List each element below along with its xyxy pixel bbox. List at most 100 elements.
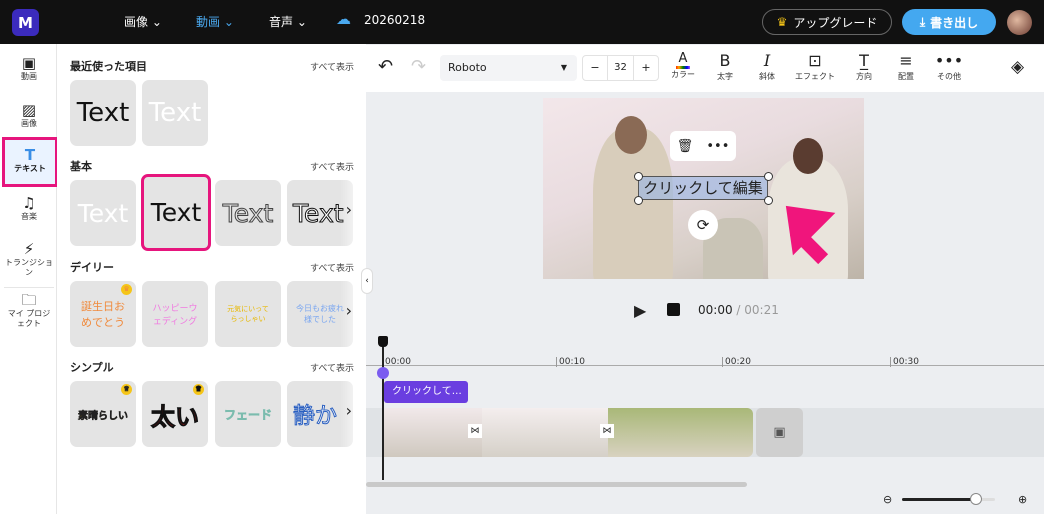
text-template[interactable]: フェード	[215, 381, 281, 447]
section-title: デイリー	[70, 261, 114, 274]
nav-audio[interactable]: 音声 ⌄	[269, 13, 307, 30]
italic-icon: I	[763, 51, 771, 70]
font-select[interactable]: Roboto ▼	[440, 55, 577, 81]
crown-icon: ♛	[193, 384, 204, 395]
section-title: シンプル	[70, 361, 114, 374]
transition-icon[interactable]: ⋈	[600, 424, 614, 438]
resize-handle[interactable]	[764, 172, 773, 181]
increase-button[interactable]: +	[634, 56, 658, 80]
align-button[interactable]: ≡ 配置	[886, 51, 926, 82]
nav-video[interactable]: 動画 ⌄	[196, 13, 234, 30]
font-size-stepper[interactable]: − 32 +	[582, 55, 659, 81]
current-time: 00:00	[698, 303, 733, 317]
video-clip[interactable]	[482, 408, 610, 457]
text-template[interactable]: Text	[142, 80, 208, 146]
section-title: 基本	[70, 160, 92, 173]
zoom-slider[interactable]	[902, 493, 995, 505]
text-context-menu: 🗑 •••	[670, 131, 736, 161]
horizontal-scrollbar[interactable]	[366, 482, 747, 487]
text-template[interactable]: ♛ 素晴らしい	[70, 381, 136, 447]
chevron-right-icon[interactable]: ›	[346, 301, 352, 320]
crown-icon: ♛	[776, 15, 788, 29]
text-template[interactable]: Text	[215, 180, 281, 246]
undo-icon[interactable]: ↶	[378, 56, 393, 77]
export-button[interactable]: ⤓ 書き出し	[902, 9, 996, 35]
more-icon: •••	[934, 51, 964, 70]
transition-icon: ⚡	[23, 240, 35, 258]
nav-label: 画像	[124, 15, 149, 29]
play-icon[interactable]: ▶	[634, 301, 646, 320]
layers-icon[interactable]: ◈	[1011, 57, 1024, 77]
nav-label: 音声	[269, 15, 294, 29]
text-template[interactable]: ハッピーウェディング	[142, 281, 208, 347]
redo-icon[interactable]: ↷	[411, 56, 426, 77]
decrease-button[interactable]: −	[583, 56, 607, 80]
upgrade-button[interactable]: ♛ アップグレード	[762, 9, 892, 35]
more-button[interactable]: ••• その他	[929, 51, 969, 82]
video-clip[interactable]	[608, 408, 753, 457]
show-all-link[interactable]: すべて表示	[310, 60, 354, 73]
zoom-slider-knob[interactable]	[970, 493, 983, 505]
chevron-right-icon[interactable]: ›	[346, 200, 352, 219]
text-template-selected[interactable]: Text	[141, 174, 211, 251]
nav-label: 動画	[196, 15, 221, 29]
ruler-tick: 00:30	[890, 357, 919, 367]
ruler-tick: 00:10	[556, 357, 585, 367]
tool-label: カラー	[671, 70, 695, 79]
add-media-button[interactable]: ▣	[756, 408, 803, 457]
rail-label: 画像	[21, 119, 37, 128]
resize-handle[interactable]	[634, 172, 643, 181]
text-panel: 最近使った項目 すべて表示 Text Text 基本 すべて表示 Text Te…	[57, 44, 366, 514]
bold-button[interactable]: B 太字	[705, 51, 745, 82]
zoom-slider-fill	[902, 498, 977, 501]
side-rail: ▣ 動画 ▨ 画像 T テキスト ♫ 音楽 ⚡ トランジション 🗀 マイ プロジェクト	[0, 44, 58, 514]
text-template[interactable]: Text	[70, 80, 136, 146]
text-template[interactable]: 元気にいってらっしゃい	[215, 281, 281, 347]
text-template[interactable]: Text	[70, 180, 136, 246]
rail-item-video[interactable]: ▣ 動画	[4, 54, 54, 82]
rail-label: トランジション	[5, 258, 53, 277]
italic-button[interactable]: I 斜体	[747, 51, 787, 82]
resize-handle[interactable]	[764, 196, 773, 205]
rail-item-image[interactable]: ▨ 画像	[4, 101, 54, 129]
effect-button[interactable]: ⊡ エフェクト	[795, 51, 835, 82]
ruler-tick: 00:20	[722, 357, 751, 367]
trash-icon[interactable]: 🗑	[677, 139, 694, 154]
text-template[interactable]: ♛ 誕生日おめでとう	[70, 281, 136, 347]
show-all-link[interactable]: すべて表示	[310, 261, 354, 274]
color-button[interactable]: A カラー	[663, 51, 703, 80]
zoom-out-icon[interactable]: ⊖	[883, 493, 892, 506]
transition-icon[interactable]: ⋈	[468, 424, 482, 438]
direction-icon: T̲	[859, 51, 869, 70]
show-all-link[interactable]: すべて表示	[310, 361, 354, 374]
font-size-value[interactable]: 32	[607, 56, 634, 80]
film-icon: ▣	[21, 54, 37, 72]
rotate-icon[interactable]: ⟳	[688, 210, 718, 240]
playhead-handle[interactable]	[378, 336, 388, 347]
chevron-right-icon[interactable]: ›	[346, 401, 352, 420]
show-all-link[interactable]: すべて表示	[310, 160, 354, 173]
rail-item-transition[interactable]: ⚡ トランジション	[4, 240, 54, 278]
nav-image[interactable]: 画像 ⌄	[124, 13, 162, 30]
playhead-marker[interactable]	[377, 367, 389, 379]
text-template[interactable]: ♛ 太い	[142, 381, 208, 447]
rail-item-text[interactable]: T テキスト	[2, 137, 58, 187]
rail-item-music[interactable]: ♫ 音楽	[4, 194, 54, 222]
playhead[interactable]	[382, 340, 384, 480]
zoom-in-icon[interactable]: ⊕	[1018, 493, 1027, 506]
photo-person	[615, 116, 647, 154]
text-element[interactable]: クリックして編集	[638, 176, 768, 200]
resize-handle[interactable]	[634, 196, 643, 205]
collapse-panel-button[interactable]: ‹	[361, 268, 373, 294]
more-icon[interactable]: •••	[706, 139, 729, 154]
rail-label: 動画	[21, 72, 37, 81]
app-logo[interactable]: M	[12, 9, 39, 36]
rail-label: マイ プロジェクト	[7, 309, 51, 328]
avatar[interactable]	[1007, 10, 1032, 35]
template-label: 誕生日おめでとう	[81, 300, 125, 329]
project-name[interactable]: 20260218	[364, 13, 425, 27]
direction-button[interactable]: T̲ 方向	[844, 51, 884, 82]
stop-icon[interactable]	[667, 303, 680, 316]
rail-item-my-project[interactable]: 🗀 マイ プロジェクト	[4, 287, 54, 329]
text-clip[interactable]: クリックして…	[384, 381, 468, 403]
